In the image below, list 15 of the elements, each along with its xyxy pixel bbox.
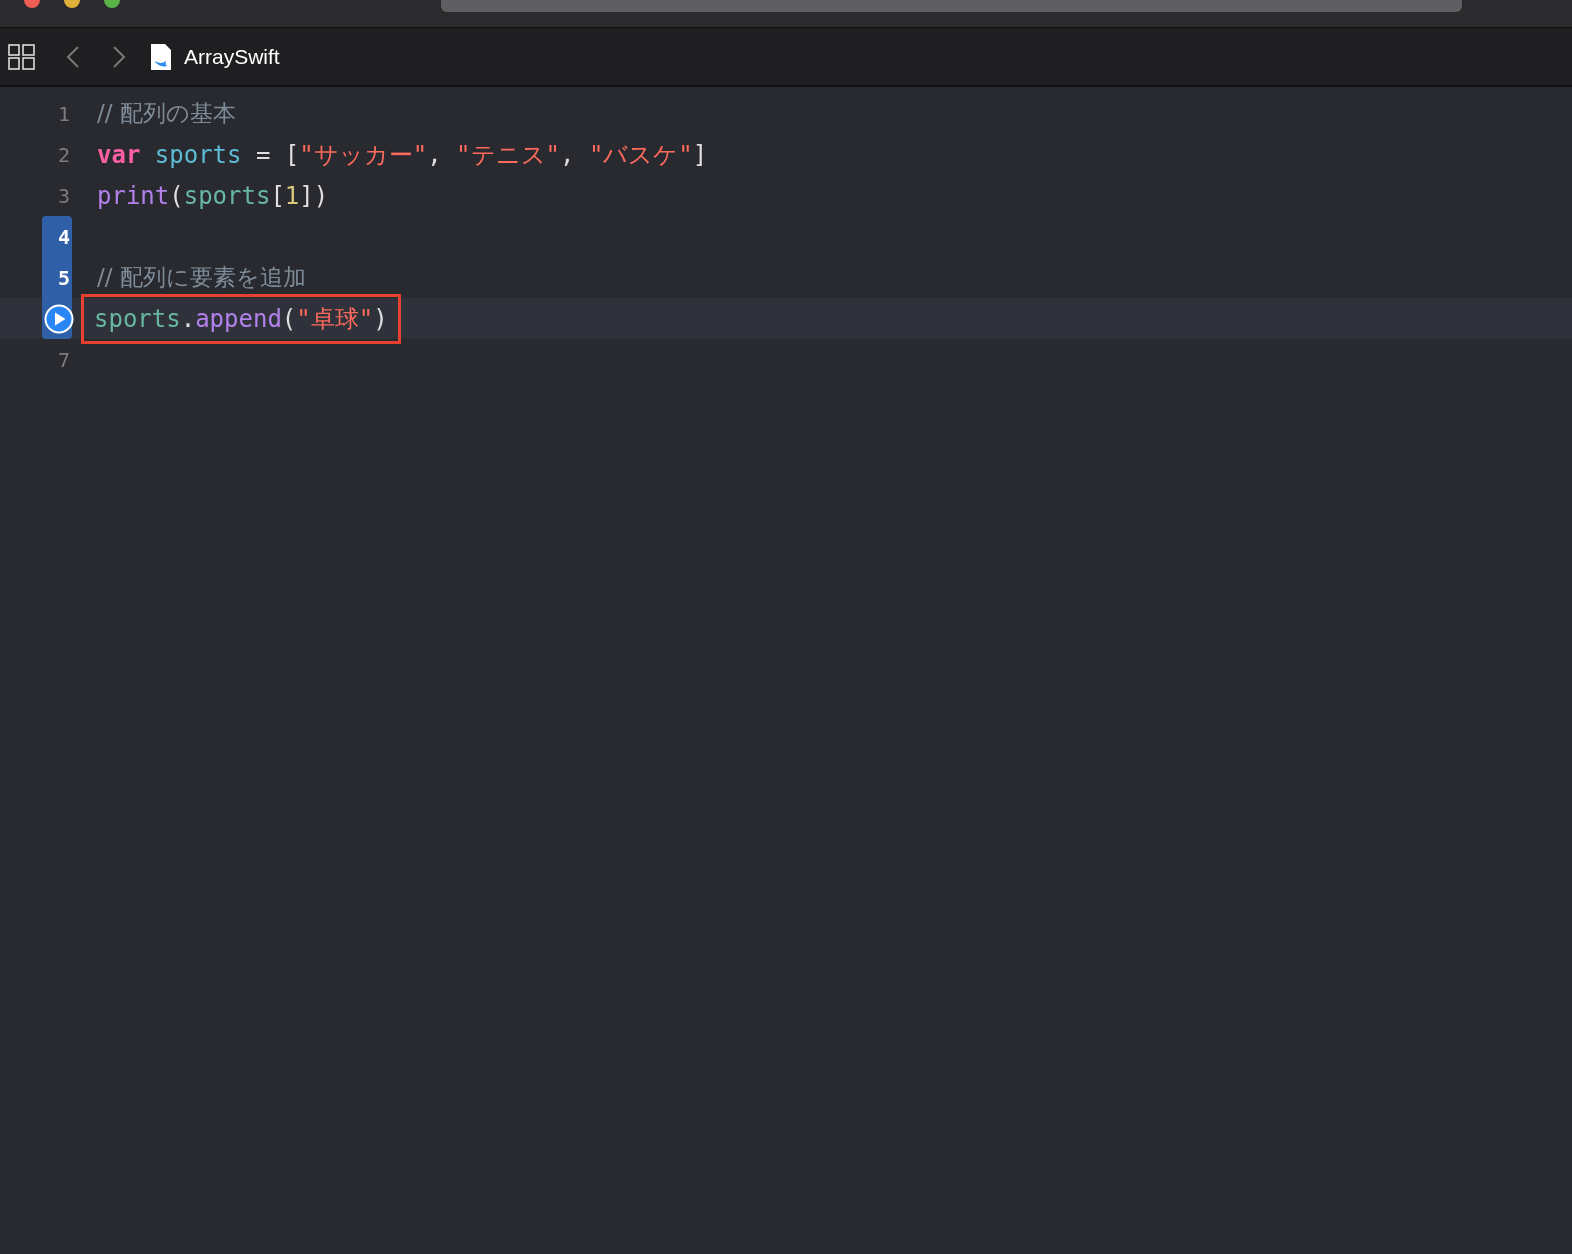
- line-number: 2: [57, 142, 71, 167]
- forward-chevron-icon[interactable]: [112, 44, 126, 69]
- line-number: 7: [57, 347, 71, 372]
- code-line: print(sports[1]): [96, 180, 330, 212]
- line-number: 4: [57, 224, 71, 249]
- code-comment: // 配列に要素を追加: [96, 263, 307, 292]
- back-chevron-icon[interactable]: [66, 44, 80, 69]
- grid-icon[interactable]: [8, 43, 36, 70]
- code-comment: // 配列の基本: [96, 99, 237, 128]
- code-line: var sports = ["サッカー", "テニス", "バスケ"]: [96, 139, 709, 171]
- swift-file-icon: [150, 42, 172, 71]
- line-number: 5: [57, 265, 71, 290]
- file-name[interactable]: ArraySwift: [184, 44, 280, 69]
- line-number: 1: [57, 101, 71, 126]
- line-number: 3: [57, 183, 71, 208]
